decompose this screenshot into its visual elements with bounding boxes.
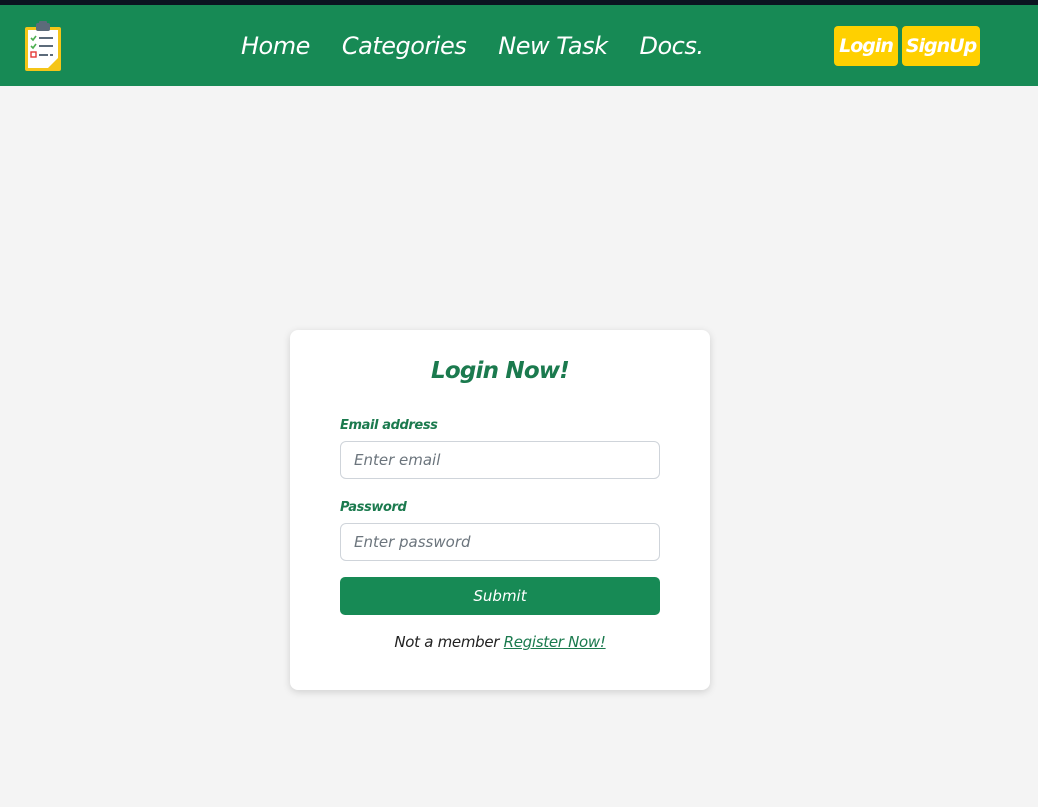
- email-field[interactable]: [340, 441, 660, 479]
- email-label: Email address: [340, 418, 438, 433]
- nav-link-categories[interactable]: Categories: [342, 32, 467, 60]
- password-field[interactable]: [340, 523, 660, 561]
- login-card: Login Now! Email address Password Submit…: [290, 330, 710, 690]
- signup-button[interactable]: SignUp: [902, 26, 980, 66]
- login-button[interactable]: Login: [834, 26, 898, 66]
- clipboard-checklist-icon[interactable]: [24, 21, 62, 71]
- nav-link-docs[interactable]: Docs.: [639, 32, 704, 60]
- login-title: Login Now!: [431, 358, 570, 384]
- nav-link-new-task[interactable]: New Task: [498, 32, 608, 60]
- navbar: Home Categories New Task Docs. Login Sig…: [0, 5, 1038, 86]
- submit-button[interactable]: Submit: [340, 577, 660, 615]
- nav-link-home[interactable]: Home: [241, 32, 310, 60]
- register-now-link[interactable]: Register Now!: [504, 633, 606, 651]
- register-prompt-text: Not a member: [394, 633, 500, 651]
- register-prompt-line: Not a member Register Now!: [290, 633, 710, 651]
- auth-buttons: Login SignUp: [834, 26, 980, 66]
- password-label: Password: [340, 500, 407, 515]
- nav-links: Home Categories New Task Docs.: [241, 5, 704, 86]
